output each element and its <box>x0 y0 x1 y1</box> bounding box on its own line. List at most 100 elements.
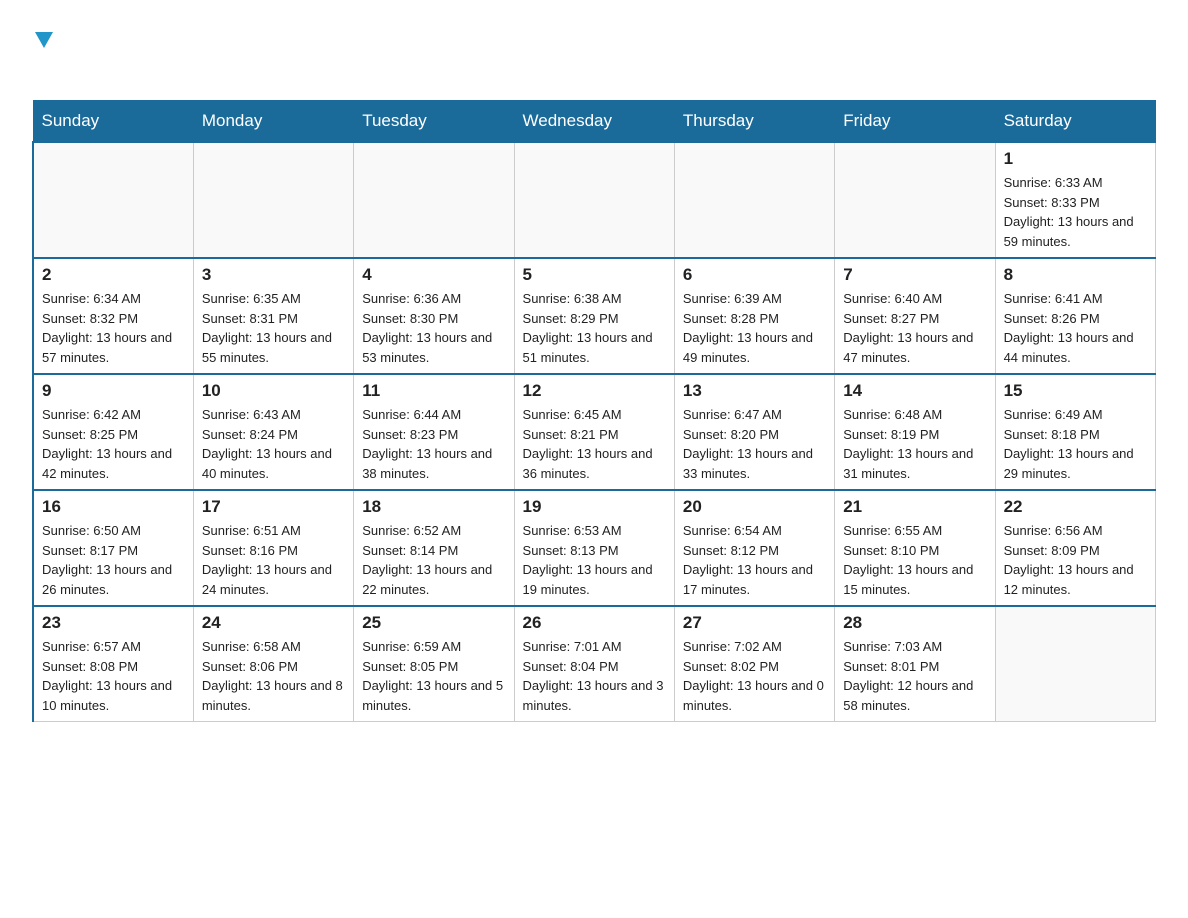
calendar-cell <box>33 142 193 258</box>
day-info: Sunrise: 6:33 AMSunset: 8:33 PMDaylight:… <box>1004 173 1147 251</box>
calendar-week-3: 9 Sunrise: 6:42 AMSunset: 8:25 PMDaylight… <box>33 374 1156 490</box>
day-number: 12 <box>523 381 666 401</box>
calendar-cell: 5 Sunrise: 6:38 AMSunset: 8:29 PMDaylight… <box>514 258 674 374</box>
day-number: 17 <box>202 497 345 517</box>
calendar-cell: 20Sunrise: 6:54 AMSunset: 8:12 PMDayligh… <box>674 490 834 606</box>
day-info: Sunrise: 6:53 AMSunset: 8:13 PMDaylight:… <box>523 521 666 599</box>
calendar-week-1: 1Sunrise: 6:33 AMSunset: 8:33 PMDaylight… <box>33 142 1156 258</box>
day-number: 22 <box>1004 497 1147 517</box>
calendar-cell <box>835 142 995 258</box>
weekday-header-monday: Monday <box>193 101 353 143</box>
calendar-cell: 23 Sunrise: 6:57 AMSunset: 8:08 PMDayligh… <box>33 606 193 722</box>
calendar-header-row: SundayMondayTuesdayWednesdayThursdayFrid… <box>33 101 1156 143</box>
day-info: Sunrise: 6:44 AMSunset: 8:23 PMDaylight:… <box>362 405 505 483</box>
calendar-cell <box>995 606 1155 722</box>
calendar-cell <box>354 142 514 258</box>
day-number: 15 <box>1004 381 1147 401</box>
day-info: Sunrise: 6:57 AMSunset: 8:08 PMDaylight:… <box>42 637 185 715</box>
day-number: 9 <box>42 381 185 401</box>
calendar-cell <box>193 142 353 258</box>
day-info: Sunrise: 6:58 AMSunset: 8:06 PMDaylight:… <box>202 637 345 715</box>
day-number: 23 <box>42 613 185 633</box>
day-info: Sunrise: 6:50 AMSunset: 8:17 PMDaylight:… <box>42 521 185 599</box>
day-info: Sunrise: 7:01 AMSunset: 8:04 PMDaylight:… <box>523 637 666 715</box>
day-number: 21 <box>843 497 986 517</box>
day-number: 19 <box>523 497 666 517</box>
calendar-week-5: 23 Sunrise: 6:57 AMSunset: 8:08 PMDayligh… <box>33 606 1156 722</box>
calendar-cell: 3 Sunrise: 6:35 AMSunset: 8:31 PMDaylight… <box>193 258 353 374</box>
weekday-header-sunday: Sunday <box>33 101 193 143</box>
day-info: Sunrise: 6:34 AMSunset: 8:32 PMDaylight:… <box>42 289 185 367</box>
day-number: 7 <box>843 265 986 285</box>
day-number: 16 <box>42 497 185 517</box>
day-number: 18 <box>362 497 505 517</box>
day-info: Sunrise: 6:59 AMSunset: 8:05 PMDaylight:… <box>362 637 505 715</box>
calendar-cell: 11 Sunrise: 6:44 AMSunset: 8:23 PMDayligh… <box>354 374 514 490</box>
calendar-cell: 2 Sunrise: 6:34 AMSunset: 8:32 PMDaylight… <box>33 258 193 374</box>
day-number: 14 <box>843 381 986 401</box>
day-info: Sunrise: 6:51 AMSunset: 8:16 PMDaylight:… <box>202 521 345 599</box>
day-number: 3 <box>202 265 345 285</box>
day-info: Sunrise: 6:35 AMSunset: 8:31 PMDaylight:… <box>202 289 345 367</box>
day-info: Sunrise: 6:42 AMSunset: 8:25 PMDaylight:… <box>42 405 185 483</box>
calendar-week-2: 2 Sunrise: 6:34 AMSunset: 8:32 PMDaylight… <box>33 258 1156 374</box>
day-number: 10 <box>202 381 345 401</box>
calendar-cell: 14 Sunrise: 6:48 AMSunset: 8:19 PMDayligh… <box>835 374 995 490</box>
weekday-header-wednesday: Wednesday <box>514 101 674 143</box>
calendar-cell: 4 Sunrise: 6:36 AMSunset: 8:30 PMDaylight… <box>354 258 514 374</box>
day-info: Sunrise: 6:52 AMSunset: 8:14 PMDaylight:… <box>362 521 505 599</box>
day-number: 4 <box>362 265 505 285</box>
weekday-header-saturday: Saturday <box>995 101 1155 143</box>
calendar-cell: 9 Sunrise: 6:42 AMSunset: 8:25 PMDaylight… <box>33 374 193 490</box>
calendar-cell: 22 Sunrise: 6:56 AMSunset: 8:09 PMDayligh… <box>995 490 1155 606</box>
day-number: 25 <box>362 613 505 633</box>
calendar-cell: 12 Sunrise: 6:45 AMSunset: 8:21 PMDayligh… <box>514 374 674 490</box>
day-info: Sunrise: 7:03 AMSunset: 8:01 PMDaylight:… <box>843 637 986 715</box>
day-number: 5 <box>523 265 666 285</box>
weekday-header-friday: Friday <box>835 101 995 143</box>
calendar-cell: 26 Sunrise: 7:01 AMSunset: 8:04 PMDayligh… <box>514 606 674 722</box>
calendar-cell: 17 Sunrise: 6:51 AMSunset: 8:16 PMDayligh… <box>193 490 353 606</box>
calendar-cell <box>674 142 834 258</box>
day-info: Sunrise: 6:54 AMSunset: 8:12 PMDaylight:… <box>683 521 826 599</box>
calendar-cell: 27 Sunrise: 7:02 AMSunset: 8:02 PMDayligh… <box>674 606 834 722</box>
day-info: Sunrise: 6:49 AMSunset: 8:18 PMDaylight:… <box>1004 405 1147 483</box>
calendar-cell: 24 Sunrise: 6:58 AMSunset: 8:06 PMDayligh… <box>193 606 353 722</box>
calendar-cell: 28 Sunrise: 7:03 AMSunset: 8:01 PMDayligh… <box>835 606 995 722</box>
day-number: 24 <box>202 613 345 633</box>
day-number: 26 <box>523 613 666 633</box>
calendar-cell <box>514 142 674 258</box>
day-info: Sunrise: 6:55 AMSunset: 8:10 PMDaylight:… <box>843 521 986 599</box>
day-info: Sunrise: 6:40 AMSunset: 8:27 PMDaylight:… <box>843 289 986 367</box>
day-info: Sunrise: 6:36 AMSunset: 8:30 PMDaylight:… <box>362 289 505 367</box>
day-info: Sunrise: 7:02 AMSunset: 8:02 PMDaylight:… <box>683 637 826 715</box>
calendar-cell: 7 Sunrise: 6:40 AMSunset: 8:27 PMDaylight… <box>835 258 995 374</box>
day-number: 13 <box>683 381 826 401</box>
day-info: Sunrise: 6:47 AMSunset: 8:20 PMDaylight:… <box>683 405 826 483</box>
calendar-cell: 10 Sunrise: 6:43 AMSunset: 8:24 PMDayligh… <box>193 374 353 490</box>
day-number: 6 <box>683 265 826 285</box>
calendar-cell: 1Sunrise: 6:33 AMSunset: 8:33 PMDaylight… <box>995 142 1155 258</box>
logo <box>32 24 53 82</box>
day-info: Sunrise: 6:43 AMSunset: 8:24 PMDaylight:… <box>202 405 345 483</box>
day-number: 8 <box>1004 265 1147 285</box>
calendar-table: SundayMondayTuesdayWednesdayThursdayFrid… <box>32 100 1156 722</box>
day-number: 27 <box>683 613 826 633</box>
day-number: 11 <box>362 381 505 401</box>
day-number: 28 <box>843 613 986 633</box>
weekday-header-tuesday: Tuesday <box>354 101 514 143</box>
calendar-cell: 19 Sunrise: 6:53 AMSunset: 8:13 PMDayligh… <box>514 490 674 606</box>
calendar-cell: 16 Sunrise: 6:50 AMSunset: 8:17 PMDayligh… <box>33 490 193 606</box>
day-number: 2 <box>42 265 185 285</box>
day-info: Sunrise: 6:39 AMSunset: 8:28 PMDaylight:… <box>683 289 826 367</box>
day-info: Sunrise: 6:56 AMSunset: 8:09 PMDaylight:… <box>1004 521 1147 599</box>
calendar-cell: 13 Sunrise: 6:47 AMSunset: 8:20 PMDayligh… <box>674 374 834 490</box>
day-info: Sunrise: 6:45 AMSunset: 8:21 PMDaylight:… <box>523 405 666 483</box>
day-info: Sunrise: 6:41 AMSunset: 8:26 PMDaylight:… <box>1004 289 1147 367</box>
page-header <box>32 24 1156 82</box>
day-info: Sunrise: 6:48 AMSunset: 8:19 PMDaylight:… <box>843 405 986 483</box>
logo-triangle-icon <box>35 28 53 54</box>
day-info: Sunrise: 6:38 AMSunset: 8:29 PMDaylight:… <box>523 289 666 367</box>
calendar-cell: 25 Sunrise: 6:59 AMSunset: 8:05 PMDayligh… <box>354 606 514 722</box>
calendar-cell: 15 Sunrise: 6:49 AMSunset: 8:18 PMDayligh… <box>995 374 1155 490</box>
